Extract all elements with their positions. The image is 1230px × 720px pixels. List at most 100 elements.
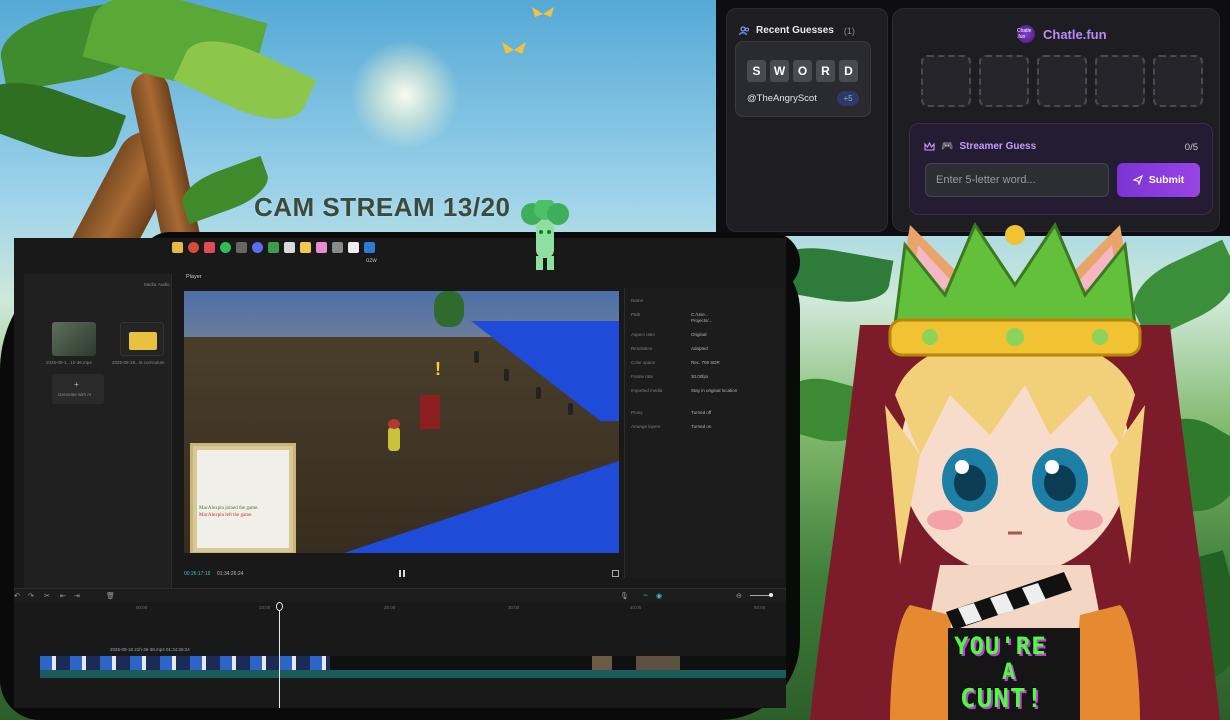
video-clip[interactable] [40,656,330,670]
guess-username: @TheAngryScot [747,93,817,104]
zoom-out-icon[interactable]: ⊖ [736,592,742,600]
chatle-panel: Recent Guesses (1) S W O R D @TheAngrySc… [716,0,1230,236]
detail-value: Turned off [691,410,712,415]
window-title: ozw [366,258,377,264]
sun-glow [350,40,460,150]
app-icon[interactable] [284,241,295,253]
recent-guesses-panel: Recent Guesses (1) S W O R D @TheAngrySc… [726,8,888,232]
letter-slot [1037,55,1087,107]
delete-icon[interactable]: 🗑 [106,592,115,600]
detail-label: Aspect ratio [631,332,655,337]
submit-button[interactable]: Submit [1117,163,1200,197]
media-panel: Media Audio 2025-08-1...1h-36.mp4 2025-0… [24,274,172,589]
palm-leaf [0,67,127,173]
app-icon[interactable] [300,241,311,253]
ruler-tick: 00:00 [136,605,148,610]
word-input[interactable] [925,163,1109,197]
crown-icon [924,142,935,151]
redo-icon[interactable]: ↷ [28,592,34,600]
fullscreen-icon[interactable] [612,570,619,577]
chrome-icon[interactable] [188,241,199,253]
mic-icon[interactable]: 🎙 [620,592,629,600]
app-icon[interactable] [332,241,343,253]
playhead-handle[interactable] [276,602,283,611]
green-tree [434,291,464,327]
timeline-ruler: 00:00 10:00 20:00 30:00 40:00 50:00 [14,602,786,618]
ruler-tick: 50:00 [754,605,766,610]
letter-slots [921,55,1203,107]
send-icon [1132,175,1143,185]
guess-card[interactable]: S W O R D @TheAngryScot +5 [735,41,871,117]
detail-value: Rec. 709 SDR [691,360,720,365]
ruler-tick: 10:00 [259,605,271,610]
detail-value: Turned on [691,424,712,429]
folder-icon [129,332,157,350]
playhead[interactable] [279,602,280,708]
red-chest [420,395,440,429]
taskbar [164,238,504,256]
split-icon[interactable]: ✂ [44,592,50,600]
dock-post [474,351,479,363]
game-video-preview[interactable]: ! MacAlexpiu joined the game. MacAlexpiu… [184,291,619,553]
folder-thumbnail[interactable] [120,322,164,356]
recent-guesses-header: Recent Guesses (1) [739,25,855,36]
brand-name: Chatle.fun [1043,26,1107,42]
player-header: Player [186,274,202,280]
recent-guesses-count: (1) [843,25,855,36]
chat-note-card: MacAlexpiu joined the game. MacAlexpiu l… [190,443,296,553]
trim-left-icon[interactable]: ⇤ [60,592,66,600]
video-clip[interactable] [592,656,612,670]
detail-value: C:/Use... [691,312,709,317]
media-tab[interactable]: Media [144,282,156,287]
streamer-guess-count: 0/5 [1184,142,1198,153]
magnet-icon[interactable]: ◉ [656,592,662,600]
pin-icon[interactable] [204,241,215,253]
app-icon[interactable] [236,241,247,253]
whatsapp-icon[interactable] [220,241,231,253]
brand: Chatle .fun Chatle.fun [1017,25,1107,43]
steam-icon[interactable] [364,241,375,253]
app-icon[interactable] [316,241,327,253]
slate-text: A [1002,660,1017,685]
detail-value: Adapted [691,346,708,351]
exclamation-marker: ! [435,359,441,379]
app-icon[interactable] [252,241,263,253]
trim-right-icon[interactable]: ⇥ [74,592,80,600]
letter-tile: D [839,60,858,82]
dock-post [568,403,573,415]
detail-label: Resolution [631,346,653,351]
letter-slot [1153,55,1203,107]
clapper-sign: YOU'RE A CUNT! [938,572,1088,720]
pause-icon[interactable] [399,570,405,577]
letter-slot [921,55,971,107]
guess-letters: S W O R D [747,60,858,82]
detail-label: Path [631,312,641,317]
media-tab[interactable]: Audio [158,282,170,287]
ruler-tick: 40:00 [630,605,642,610]
plus-icon: + [74,380,79,389]
video-clip[interactable] [636,656,680,670]
game-board: Chatle .fun Chatle.fun 🎮 Streamer Guess … [892,8,1220,232]
detail-label: Color space [631,360,656,365]
zoom-slider-thumb[interactable] [769,593,773,597]
detail-label: Proxy [631,410,643,415]
app-icon[interactable] [268,241,279,253]
clip-label: 2025-08-18 21h-36-38.mp4 01:34:26:24 [110,647,190,652]
detail-label: Frame rate [631,374,654,379]
player-avatar [388,427,400,451]
capcut-icon[interactable] [348,241,359,253]
detail-label: Name [631,298,644,303]
detail-label: Arrange layers [631,424,661,429]
link-icon[interactable]: ⇔ [642,592,649,599]
ruler-tick: 30:00 [508,605,520,610]
users-icon [739,25,749,35]
butterfly-icon [532,7,554,17]
audio-track[interactable] [40,670,786,678]
folder-icon[interactable] [172,241,183,253]
recent-guesses-title: Recent Guesses [756,25,834,36]
player-head [388,419,400,429]
generate-tile[interactable]: + Generate with AI [52,374,104,404]
media-thumbnail[interactable] [52,322,96,356]
undo-icon[interactable]: ↶ [14,592,20,600]
video-track[interactable] [40,656,786,670]
